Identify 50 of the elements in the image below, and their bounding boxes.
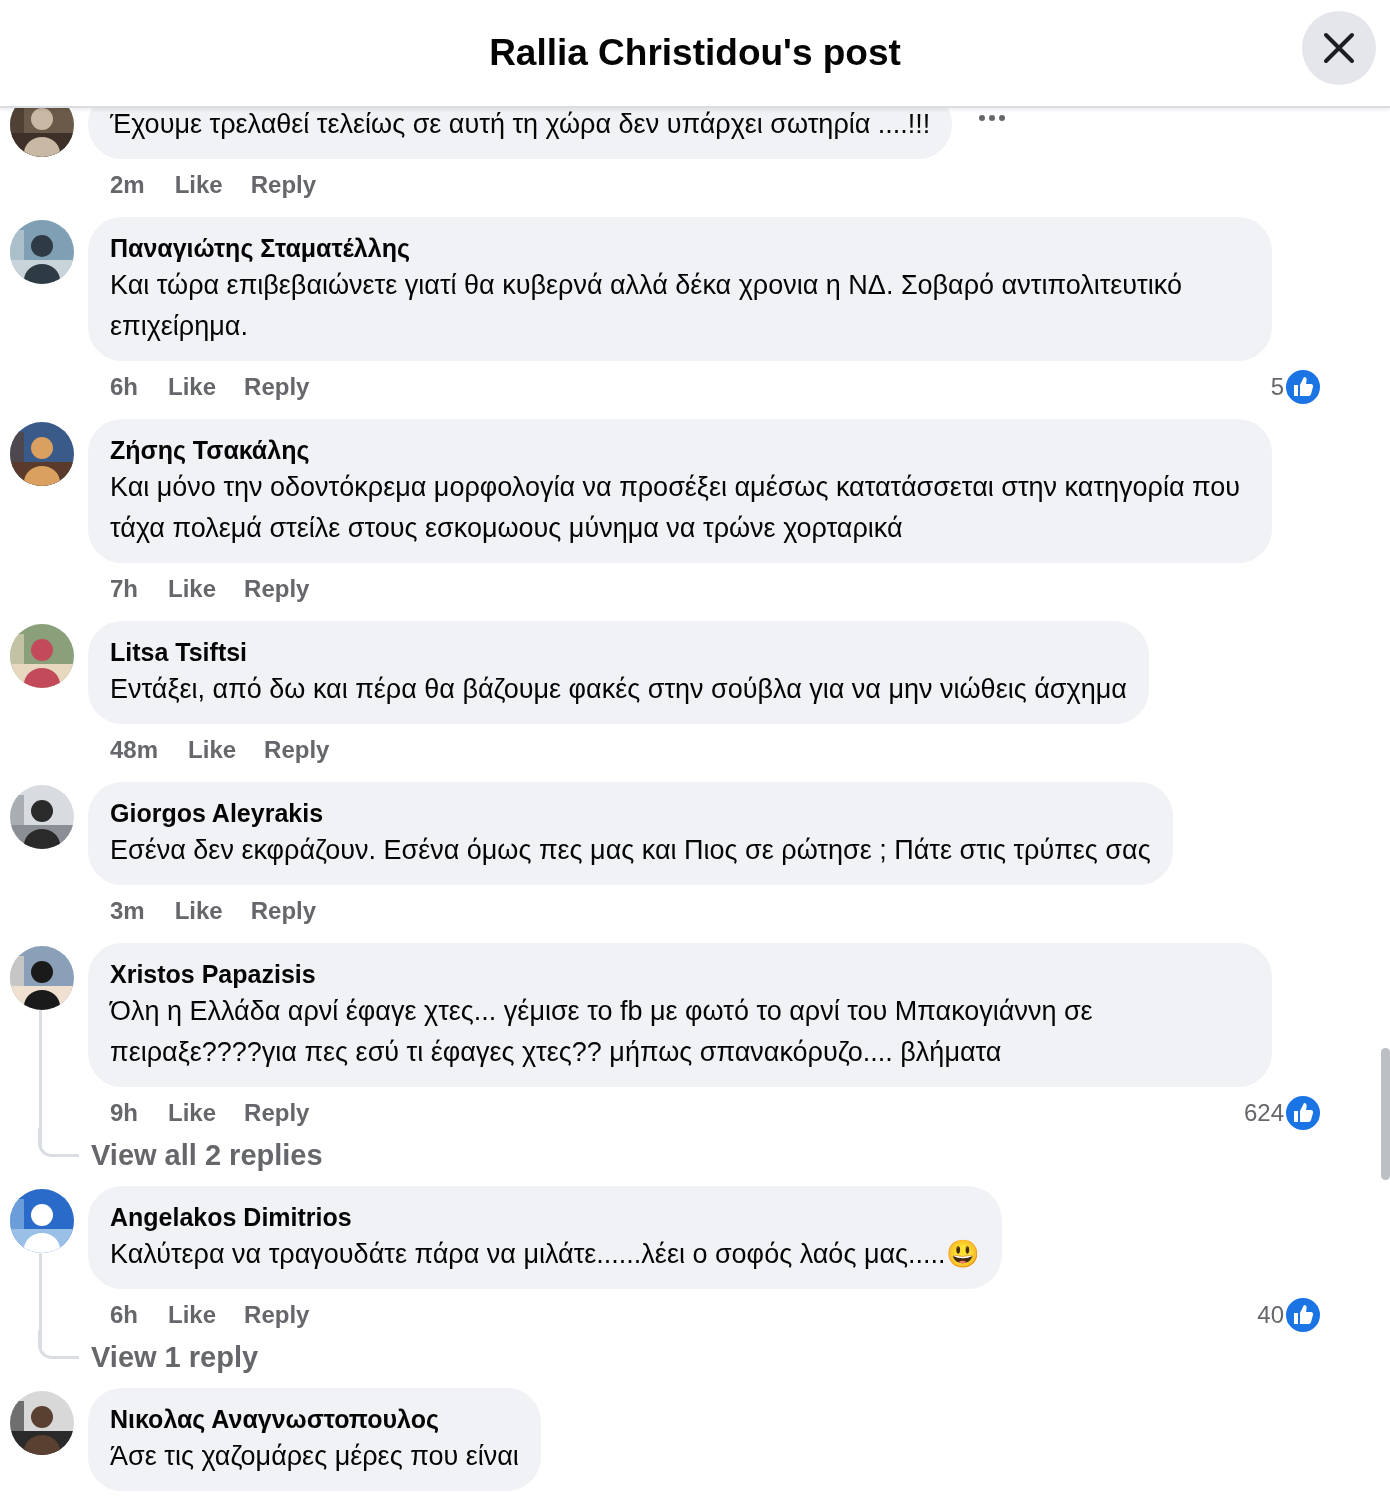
close-icon: [1322, 31, 1356, 65]
thumbs-up-icon: [1284, 1296, 1322, 1334]
more-options-icon[interactable]: [978, 114, 1007, 122]
comment-time[interactable]: 9h: [110, 1099, 138, 1127]
reaction-count[interactable]: 5: [1270, 373, 1284, 401]
comment-time[interactable]: 6h: [110, 373, 138, 401]
thumbs-up-icon: [1284, 1094, 1322, 1132]
comment-time[interactable]: 2m: [110, 171, 145, 199]
comment-text: Εσένα δεν εκφράζουν. Εσένα όμως πες μας και Πιος σε ρώτησε ; Πάτε στις τρύπες σας: [110, 834, 1151, 867]
thread-connector: [38, 1128, 79, 1157]
comment-time[interactable]: 48m: [110, 736, 159, 764]
view-replies-link[interactable]: View 1 reply: [91, 1341, 259, 1374]
comment-text: Όλη η Ελλάδα αρνί έφαγε χτες... γέμισε το fb με φωτό το αρνί του Μπακογιάννη σε πειραξε????για πες εσύ τι έφαγες χτες?? μήπως σπανακόρυζο.... βλήματα: [110, 995, 1094, 1069]
reaction-count[interactable]: 40: [1257, 1301, 1284, 1329]
comment-time[interactable]: 7h: [110, 575, 138, 603]
comment-text: Και μόνο την οδοντόκρεμα μορφολογία να προσέξει αμέσως κατατάσσεται στην κατηγορία που τάχα πολεμά στείλε στους εσκομωους μύνημα να τρώνε χορταρικά: [110, 471, 1242, 545]
like-link[interactable]: Like: [168, 1099, 217, 1127]
reply-link[interactable]: Reply: [244, 1301, 310, 1329]
view-replies-link[interactable]: View all 2 replies: [91, 1139, 323, 1172]
reply-link[interactable]: Reply: [244, 1099, 310, 1127]
reaction-count[interactable]: 624: [1243, 1099, 1284, 1127]
comment-text: Και τώρα επιβεβαιώνετε γιατί θα κυβερνά αλλά δέκα χρονια η ΝΔ. Σοβαρό αντιπολιτευτικό επιχείρημα.: [110, 269, 1183, 343]
comment-time[interactable]: 6h: [110, 1301, 138, 1329]
like-link[interactable]: Like: [168, 575, 217, 603]
dialog-title: Rallia Christidou's post: [489, 32, 901, 74]
like-link[interactable]: Like: [174, 897, 223, 925]
author-name[interactable]: Xristos Papazisis: [110, 957, 1250, 991]
reply-link[interactable]: Reply: [264, 736, 330, 764]
thread-connector: [38, 1330, 79, 1359]
reply-link[interactable]: Reply: [250, 171, 317, 199]
comment-text: Εντάξει, από δω και πέρα θα βάζουμε φακές στην σούβλα για να μην νιώθεις άσχημα: [110, 673, 1127, 706]
comment-text: Έχουμε τρελαθεί τελείως σε αυτή τη χώρα δεν υπάρχει σωτηρία ....!!!: [110, 108, 931, 141]
author-name[interactable]: Ζήσης Τσακάλης: [110, 433, 1250, 467]
scrollbar-thumb[interactable]: [1381, 1048, 1390, 1180]
author-name[interactable]: Νικολας Αναγνωστοπουλος: [110, 1402, 519, 1436]
reply-link[interactable]: Reply: [250, 897, 317, 925]
reply-link[interactable]: Reply: [244, 373, 310, 401]
thumbs-up-icon: [1284, 368, 1322, 406]
author-name[interactable]: Παναγιώτης Σταματέλλης: [110, 231, 1250, 265]
like-link[interactable]: Like: [174, 171, 223, 199]
like-link[interactable]: Like: [168, 1301, 217, 1329]
author-name[interactable]: Litsa Tsiftsi: [110, 635, 1127, 669]
like-link[interactable]: Like: [168, 373, 217, 401]
author-name[interactable]: Giorgos Aleyrakis: [110, 796, 1151, 830]
comment-text: Άσε τις χαζομάρες μέρες που είναι: [110, 1440, 519, 1473]
reply-link[interactable]: Reply: [244, 575, 310, 603]
comment-text: Καλύτερα να τραγουδάτε πάρα να μιλάτε......λέει ο σοφός λαός μας.....😃: [110, 1238, 980, 1271]
author-name[interactable]: Angelakos Dimitrios: [110, 1200, 980, 1234]
like-link[interactable]: Like: [188, 736, 237, 764]
comment-time[interactable]: 3m: [110, 897, 145, 925]
